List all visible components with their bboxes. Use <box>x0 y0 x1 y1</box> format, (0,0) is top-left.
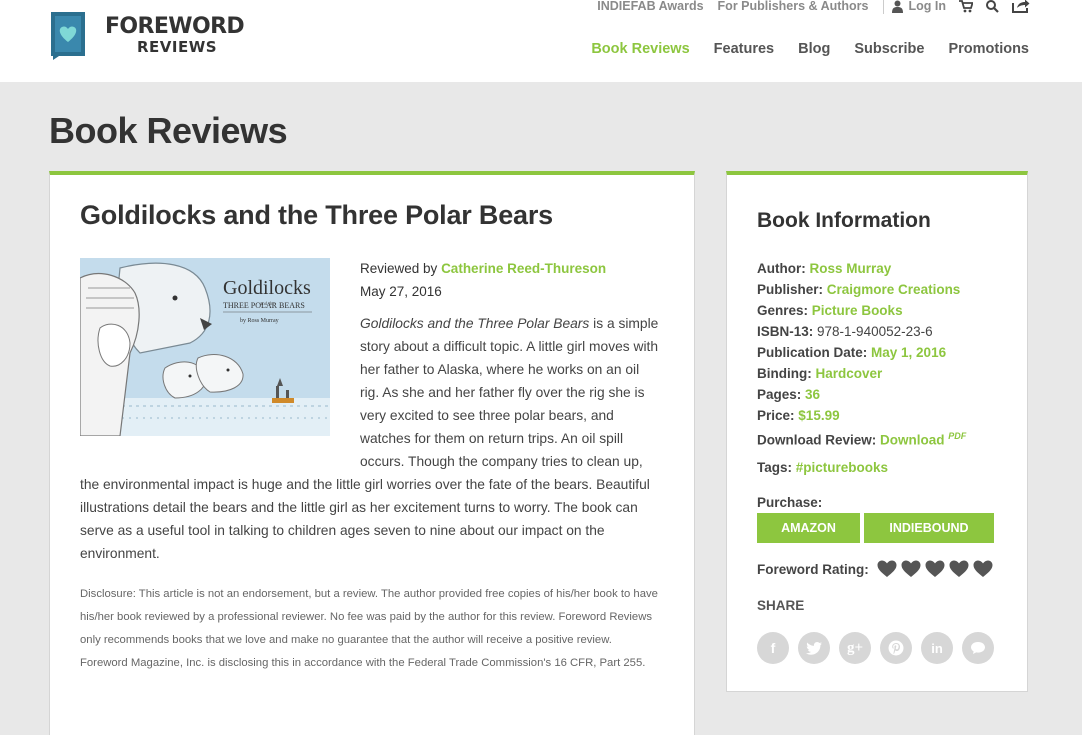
foreword-reviews-logo[interactable]: FOREWORD REVIEWS <box>49 12 249 64</box>
info-download-review: Download Review: Download PDF <box>757 431 967 448</box>
tags-label: Tags: <box>757 460 793 475</box>
info-pages: Pages: 36 <box>757 387 821 402</box>
share-label: SHARE <box>757 598 805 613</box>
genre-link[interactable]: Picture Books <box>812 303 903 318</box>
book-info-list: Author: Ross Murray Publisher: Craigmore… <box>757 258 966 451</box>
binding-link[interactable]: Hardcover <box>816 366 883 381</box>
cover-title-text: Goldilocks <box>223 277 311 299</box>
twitter-icon <box>806 641 822 655</box>
review-body-title: Goldilocks and the Three Polar Bears <box>360 316 590 331</box>
main-nav: Book Reviews Features Blog Subscribe Pro… <box>567 41 1029 57</box>
nav-promotions[interactable]: Promotions <box>948 41 1029 57</box>
linkedin-icon: in <box>931 640 943 656</box>
cart-button[interactable] <box>959 0 973 13</box>
site-header: FOREWORD REVIEWS INDIEFAB Awards For Pub… <box>0 0 1082 82</box>
share-site-button[interactable] <box>1012 0 1030 13</box>
reviewed-by-label: Reviewed by <box>360 261 438 276</box>
facebook-icon: f <box>770 640 776 656</box>
info-publication-date: Publication Date: May 1, 2016 <box>757 345 947 360</box>
heart-icon <box>901 560 921 577</box>
book-information-heading: Book Information <box>757 209 931 232</box>
publication-date-link[interactable]: May 1, 2016 <box>871 345 946 360</box>
review-title: Goldilocks and the Three Polar Bears <box>80 200 553 230</box>
linkedin-share-button[interactable]: in <box>921 632 953 664</box>
nav-subscribe[interactable]: Subscribe <box>854 41 924 57</box>
info-isbn: ISBN-13: 978-1-940052-23-6 <box>757 324 933 339</box>
info-price: Price: $15.99 <box>757 408 840 423</box>
tags-row: Tags: #picturebooks <box>757 460 888 475</box>
info-publisher: Publisher: Craigmore Creations <box>757 282 961 297</box>
review-card: Goldilocks and the Three Polar Bears Gol… <box>49 171 695 735</box>
logo-wordmark-line2: REVIEWS <box>137 38 218 56</box>
login-label: Log In <box>908 0 947 13</box>
indiebound-button[interactable]: INDIEBOUND <box>864 513 994 543</box>
nav-book-reviews[interactable]: Book Reviews <box>591 41 689 57</box>
search-icon <box>986 0 999 13</box>
reviewer-link[interactable]: Catherine Reed-Thureson <box>441 261 606 276</box>
cover-subtitle-text: THREE POLAR BEARS <box>223 301 305 310</box>
tag-link[interactable]: #picturebooks <box>796 460 888 475</box>
utility-nav: INDIEFAB Awards For Publishers & Authors… <box>583 0 1030 14</box>
comment-icon <box>971 642 985 654</box>
review-date: May 27, 2016 <box>360 284 442 299</box>
nav-features[interactable]: Features <box>714 41 774 57</box>
heart-icon <box>973 560 993 577</box>
rating-label: Foreword Rating: <box>757 561 869 577</box>
download-review-link[interactable]: Download <box>880 433 945 448</box>
publishers-authors-link[interactable]: For Publishers & Authors <box>718 0 869 13</box>
facebook-share-button[interactable]: f <box>757 632 789 664</box>
heart-icon <box>877 560 897 577</box>
pdf-badge: PDF <box>948 431 967 441</box>
page-title: Book Reviews <box>49 110 288 151</box>
search-button[interactable] <box>986 0 999 13</box>
purchase-label: Purchase: <box>757 495 823 510</box>
share-buttons: f g+ in <box>757 632 1003 664</box>
login-link[interactable]: Log In <box>891 0 947 13</box>
info-genres: Genres: Picture Books <box>757 303 903 318</box>
publisher-link[interactable]: Craigmore Creations <box>827 282 961 297</box>
disclosure-text: Disclosure: This article is not an endor… <box>80 588 658 669</box>
utility-divider <box>882 0 884 14</box>
twitter-share-button[interactable] <box>798 632 830 664</box>
pinterest-share-button[interactable] <box>880 632 912 664</box>
pages-link[interactable]: 36 <box>805 387 820 402</box>
amazon-button[interactable]: AMAZON <box>757 513 860 543</box>
rating-hearts <box>877 560 997 578</box>
share-arrow-icon <box>1012 0 1030 13</box>
author-link[interactable]: Ross Murray <box>810 261 892 276</box>
review-body: Goldilocks and the Three Polar Bears is … <box>80 312 660 565</box>
google-plus-share-button[interactable]: g+ <box>839 632 871 664</box>
heart-icon <box>949 560 969 577</box>
foreword-rating: Foreword Rating: <box>757 560 997 578</box>
heart-icon <box>925 560 945 577</box>
indiefab-awards-link[interactable]: INDIEFAB Awards <box>597 0 703 13</box>
book-information-card: Book Information Author: Ross Murray Pub… <box>726 171 1028 692</box>
isbn-value: 978-1-940052-23-6 <box>817 324 933 339</box>
logo-wordmark-line1: FOREWORD <box>105 14 245 39</box>
comment-share-button[interactable] <box>962 632 994 664</box>
pinterest-icon <box>888 640 904 656</box>
info-binding: Binding: Hardcover <box>757 366 883 381</box>
google-plus-icon: g+ <box>846 639 864 656</box>
user-icon <box>891 0 903 13</box>
cart-icon <box>959 0 973 12</box>
book-heart-icon <box>51 12 85 60</box>
price-link[interactable]: $15.99 <box>798 408 839 423</box>
info-author: Author: Ross Murray <box>757 261 892 276</box>
review-byline: Reviewed by Catherine Reed-Thureson May … <box>360 257 606 303</box>
nav-blog[interactable]: Blog <box>798 41 830 57</box>
